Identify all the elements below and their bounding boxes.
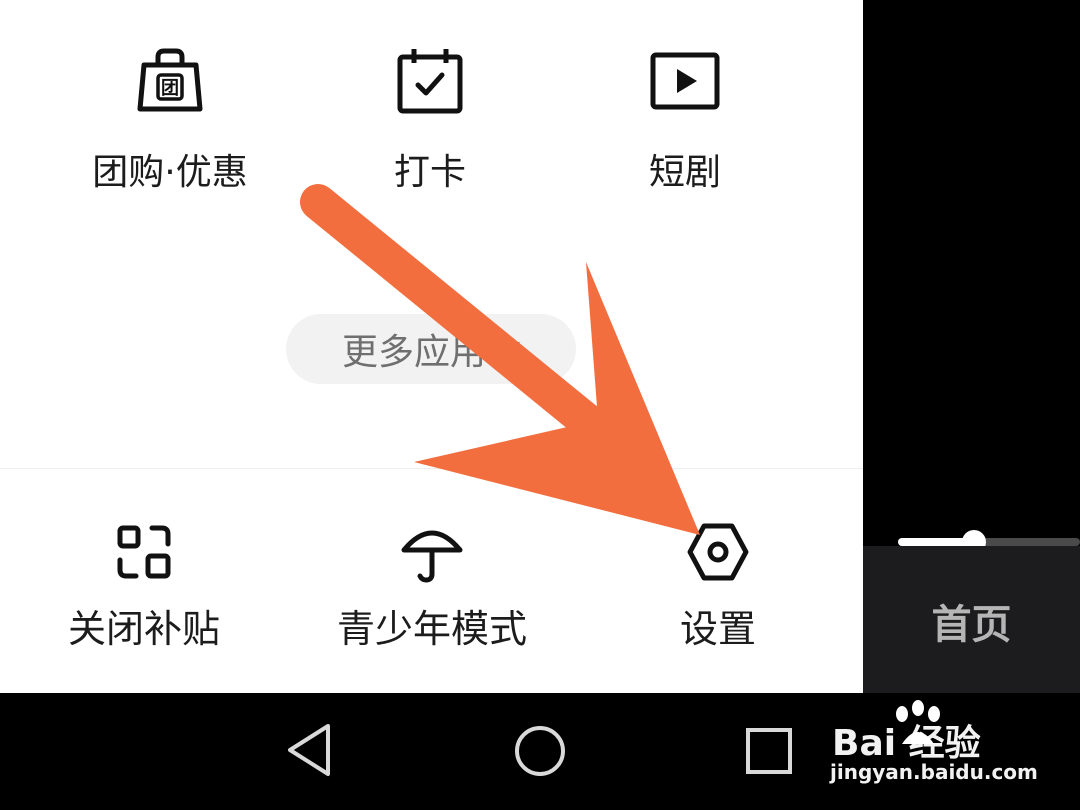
triangle-back-icon[interactable] bbox=[284, 720, 334, 780]
tool-item-teen-mode[interactable]: 青少年模式 bbox=[312, 520, 552, 660]
more-apps-button[interactable]: 更多应用 bbox=[286, 314, 576, 384]
caret-down-icon bbox=[494, 341, 520, 357]
screen: 团 团购·优惠 打卡 短剧 更多应用 关闭补贴 青少年模式 设置 首页 Bai … bbox=[0, 0, 1080, 810]
svg-text:团: 团 bbox=[161, 78, 179, 99]
tool-item-settings[interactable]: 设置 bbox=[598, 520, 838, 660]
shopping-bag-icon: 团 bbox=[137, 48, 203, 112]
square-recents-icon[interactable] bbox=[744, 720, 794, 780]
play-video-icon bbox=[650, 52, 720, 110]
tool-label-settings: 设置 bbox=[679, 607, 756, 651]
app-label-short-drama: 短剧 bbox=[648, 152, 721, 193]
calendar-check-icon bbox=[397, 49, 463, 114]
tool-item-close-subsidy[interactable]: 关闭补贴 bbox=[24, 520, 264, 660]
tool-label-close-subsidy: 关闭补贴 bbox=[67, 607, 220, 651]
grid-apps-icon bbox=[117, 525, 171, 579]
tab-home[interactable]: 首页 bbox=[863, 592, 1080, 650]
umbrella-icon bbox=[401, 530, 463, 583]
settings-hexagon-icon bbox=[687, 523, 749, 581]
watermark-url: jingyan.baidu.com bbox=[830, 760, 1038, 784]
tool-label-teen-mode: 青少年模式 bbox=[336, 607, 527, 651]
menu-panel: 团 团购·优惠 打卡 短剧 更多应用 关闭补贴 青少年模式 设置 bbox=[0, 0, 863, 693]
app-item-check-in[interactable]: 打卡 bbox=[330, 45, 530, 215]
app-item-group-buy[interactable]: 团 团购·优惠 bbox=[70, 45, 270, 215]
app-item-short-drama[interactable]: 短剧 bbox=[585, 45, 785, 215]
app-label-group-buy: 团购·优惠 bbox=[92, 152, 248, 193]
watermark-brand: Bai 经验 bbox=[832, 723, 981, 764]
more-apps-label: 更多应用 bbox=[341, 332, 486, 373]
circle-home-icon[interactable] bbox=[512, 720, 568, 780]
app-label-check-in: 打卡 bbox=[393, 152, 466, 193]
section-divider bbox=[0, 468, 863, 469]
